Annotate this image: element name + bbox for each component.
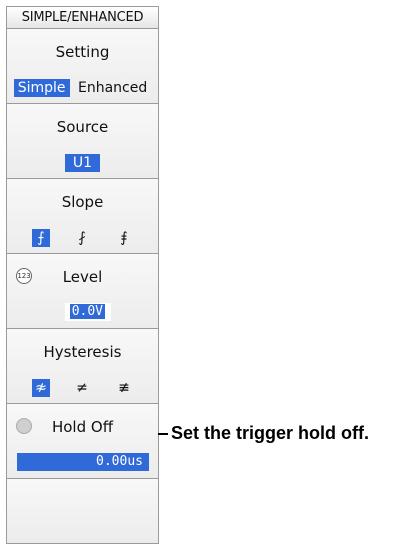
hysteresis-mid-icon[interactable]: ≠ bbox=[73, 379, 91, 397]
hysteresis-options: ≉ ≠ ≢ bbox=[7, 379, 158, 397]
level-label: Level bbox=[62, 268, 103, 286]
holdoff-value-field[interactable]: 0.00us bbox=[17, 453, 149, 471]
setting-option-enhanced[interactable]: Enhanced bbox=[74, 79, 151, 97]
slope-section[interactable]: Slope ⨍ ⨏ ⨎ bbox=[7, 179, 158, 254]
setting-options: Simple Enhanced bbox=[7, 79, 158, 97]
source-value-row: U1 bbox=[7, 154, 158, 172]
hysteresis-section[interactable]: Hysteresis ≉ ≠ ≢ bbox=[7, 329, 158, 404]
both-edges-icon[interactable]: ⨎ bbox=[115, 229, 133, 247]
callout-text: Set the trigger hold off. bbox=[171, 423, 369, 443]
trigger-settings-panel: SIMPLE/ENHANCED Setting Simple Enhanced … bbox=[6, 6, 159, 544]
callout-leader-line bbox=[158, 433, 168, 435]
hysteresis-low-icon[interactable]: ≉ bbox=[32, 379, 50, 397]
setting-label: Setting bbox=[55, 43, 110, 61]
rising-edge-icon[interactable]: ⨍ bbox=[32, 229, 50, 247]
setting-section[interactable]: Setting Simple Enhanced bbox=[7, 29, 158, 104]
slope-label: Slope bbox=[61, 193, 104, 211]
level-value: 0.0V bbox=[69, 304, 105, 319]
falling-edge-icon[interactable]: ⨏ bbox=[73, 229, 91, 247]
hysteresis-high-icon[interactable]: ≢ bbox=[115, 379, 133, 397]
empty-section bbox=[7, 479, 158, 543]
holdoff-label: Hold Off bbox=[51, 418, 114, 436]
source-value[interactable]: U1 bbox=[64, 154, 101, 172]
level-value-field[interactable]: 0.0V bbox=[65, 303, 111, 321]
setting-option-simple[interactable]: Simple bbox=[13, 79, 70, 97]
source-section[interactable]: Source U1 bbox=[7, 104, 158, 179]
slope-options: ⨍ ⨏ ⨎ bbox=[7, 229, 158, 247]
holdoff-value: 0.00us bbox=[96, 454, 143, 469]
holdoff-section[interactable]: Hold Off 0.00us bbox=[7, 404, 158, 479]
level-section[interactable]: 123 Level 0.0V bbox=[7, 254, 158, 329]
source-label: Source bbox=[56, 118, 109, 136]
hysteresis-label: Hysteresis bbox=[43, 343, 122, 361]
panel-title: SIMPLE/ENHANCED bbox=[7, 7, 158, 29]
